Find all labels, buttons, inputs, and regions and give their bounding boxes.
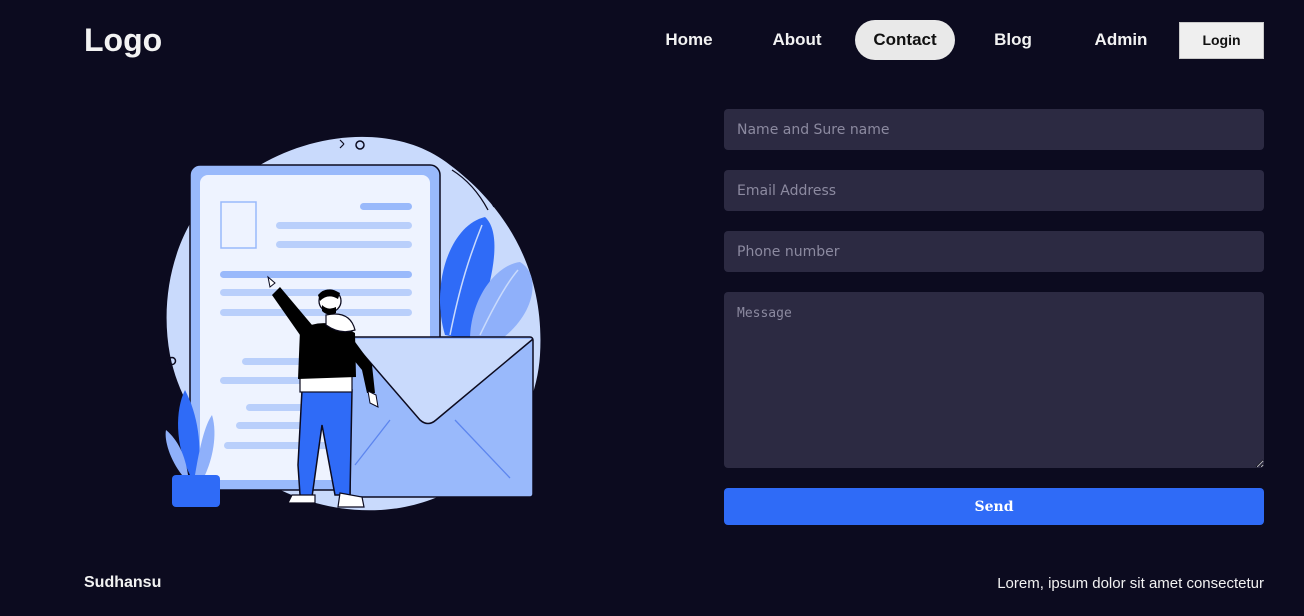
name-input[interactable]: [724, 109, 1264, 150]
phone-input[interactable]: [724, 231, 1264, 272]
nav-contact[interactable]: Contact: [855, 20, 955, 60]
main-nav: Home About Contact Blog Admin: [0, 20, 1304, 60]
nav-admin[interactable]: Admin: [1081, 20, 1161, 60]
login-button[interactable]: Login: [1179, 22, 1264, 59]
footer-author: Sudhansu: [84, 574, 162, 591]
email-input[interactable]: [724, 170, 1264, 211]
envelope-graphic: [349, 336, 534, 498]
nav-blog[interactable]: Blog: [973, 20, 1053, 60]
contact-illustration-icon: [165, 136, 541, 511]
message-textarea[interactable]: [724, 292, 1264, 468]
nav-home[interactable]: Home: [649, 20, 729, 60]
send-button[interactable]: Send: [724, 488, 1264, 525]
footer-text: Lorem, ipsum dolor sit amet consectetur: [997, 575, 1264, 592]
nav-about[interactable]: About: [757, 20, 837, 60]
contact-page: Logo Home About Contact Blog Admin Login: [0, 0, 1304, 616]
